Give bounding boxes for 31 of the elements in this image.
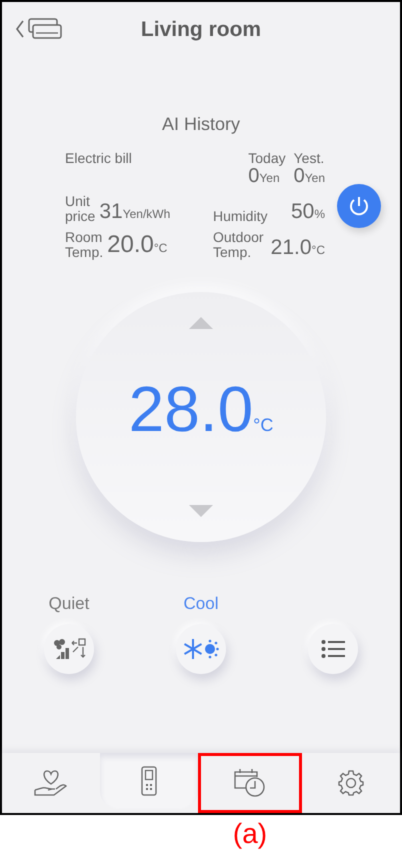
stat-label: Today xyxy=(248,151,286,166)
stat-value: 0Yen xyxy=(248,166,280,188)
stat-label: Unit price xyxy=(65,194,96,224)
stat-label: Outdoor Temp. xyxy=(213,230,264,260)
set-temperature: 28.0°C xyxy=(128,377,274,447)
stat-label: Humidity xyxy=(213,209,268,224)
annotation-label: (a) xyxy=(232,817,268,851)
fan-speed-icon xyxy=(52,637,86,661)
air-conditioner-icon xyxy=(28,18,62,40)
section-title: AI History xyxy=(162,114,240,135)
snowflake-sun-icon xyxy=(183,638,219,660)
stat-value: 20.0°C xyxy=(107,233,168,260)
calendar-clock-icon xyxy=(233,768,267,798)
mode-label: Quiet xyxy=(48,594,90,615)
nav-tab[interactable] xyxy=(198,753,302,813)
stat-value: 31Yen/kWh xyxy=(99,202,170,224)
stat-value: 21.0°C xyxy=(270,238,325,260)
stat-label: Electric bill xyxy=(65,151,133,168)
remote-control-icon xyxy=(141,766,157,796)
heart-hand-icon xyxy=(34,768,68,798)
back-icon[interactable] xyxy=(15,19,25,39)
power-button[interactable] xyxy=(337,184,381,228)
stat-value: 50% xyxy=(290,202,325,224)
list-icon xyxy=(321,639,345,659)
stat-label: Room Temp. xyxy=(65,230,104,260)
settings-icon xyxy=(338,770,364,796)
screen-title: Living room xyxy=(140,18,262,42)
mode-label: Cool xyxy=(184,594,218,615)
stat-label: Yest. xyxy=(294,151,324,166)
power-icon xyxy=(348,194,370,216)
stat-value: 0Yen xyxy=(294,166,325,188)
